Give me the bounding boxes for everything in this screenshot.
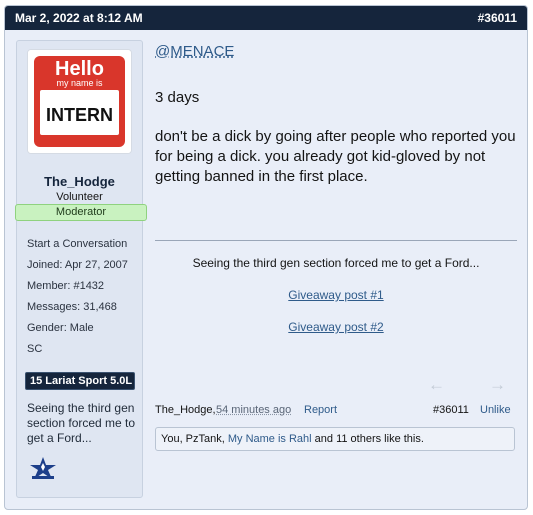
air-force-logo-icon	[30, 457, 56, 479]
mention-link[interactable]: @MENACE	[155, 43, 234, 60]
arrow-right-icon[interactable]: →	[489, 375, 506, 395]
likes-suffix[interactable]: and 11 others like this.	[312, 433, 424, 445]
footer-time[interactable]: 54 minutes ago	[216, 404, 291, 416]
user-joined: Joined: Apr 27, 2007	[27, 259, 128, 271]
footer-author[interactable]: The_Hodge,	[155, 404, 216, 416]
likes-bar: You, PzTank, My Name is Rahl and 11 othe…	[155, 427, 515, 451]
signature-divider	[155, 240, 517, 241]
avatar-name-text: INTERN	[46, 105, 113, 125]
user-title: Volunteer	[56, 191, 103, 203]
vehicle-badge[interactable]: 15 Lariat Sport 5.0L	[25, 372, 135, 390]
avatar-image: Hello my name is INTERN	[28, 50, 131, 153]
moderator-banner: Moderator	[15, 204, 147, 221]
avatar-hello-text: Hello	[55, 58, 104, 80]
post-number-link[interactable]: #36011	[478, 11, 517, 25]
giveaway-link-1[interactable]: Giveaway post #1	[155, 288, 517, 302]
post-paragraph-1: 3 days	[155, 89, 200, 106]
user-location: SC	[27, 343, 43, 355]
footer-post-number[interactable]: #36011	[433, 404, 469, 416]
post-header: Mar 2, 2022 at 8:12 AM #36011	[5, 6, 527, 30]
username[interactable]: The_Hodge	[17, 174, 142, 189]
user-extras: Start a Conversation Joined: Apr 27, 200…	[27, 237, 139, 363]
avatar-my-name-is-text: my name is	[56, 78, 103, 88]
post-date[interactable]: Mar 2, 2022 at 8:12 AM	[15, 11, 143, 25]
post-container: Mar 2, 2022 at 8:12 AM #36011 Hello my n…	[4, 5, 528, 510]
user-messages: Messages: 31,468	[27, 301, 117, 313]
post-content: @MENACE	[155, 40, 517, 61]
report-button[interactable]: Report	[304, 404, 337, 416]
avatar[interactable]: Hello my name is INTERN	[27, 49, 132, 154]
likes-name-link[interactable]: My Name is Rahl	[228, 433, 312, 445]
unlike-button[interactable]: Unlike	[480, 404, 511, 416]
user-gender: Gender: Male	[27, 322, 94, 334]
user-signature-snippet: Seeing the third gen section forced me t…	[27, 401, 136, 445]
user-member-number: Member: #1432	[27, 280, 105, 292]
arrow-left-icon[interactable]: ←	[428, 375, 445, 395]
likes-prefix: You, PzTank,	[161, 433, 228, 445]
giveaway-link-2[interactable]: Giveaway post #2	[155, 320, 517, 334]
signature-text: Seeing the third gen section forced me t…	[192, 256, 480, 270]
start-conversation-link[interactable]: Start a Conversation	[27, 237, 139, 258]
user-panel: Hello my name is INTERN The_Hodge Volunt…	[15, 40, 147, 498]
post-paragraph-2: don't be a dick by going after people wh…	[155, 128, 516, 185]
post-footer: The_Hodge, 54 minutes ago Report #36011 …	[155, 403, 517, 419]
